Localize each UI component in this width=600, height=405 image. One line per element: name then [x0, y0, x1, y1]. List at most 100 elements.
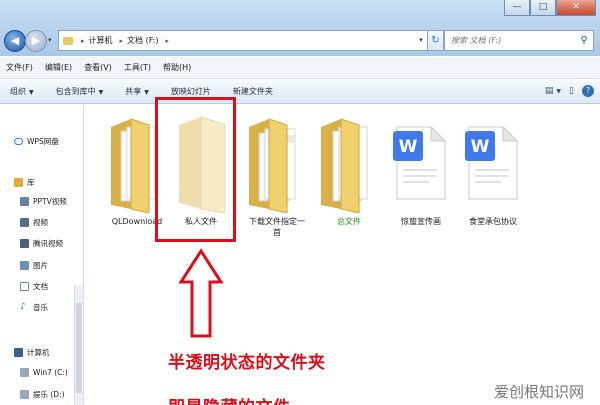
nav-scrollbar-thumb[interactable] — [76, 303, 82, 393]
svg-text:W: W — [471, 137, 490, 157]
nav-item-pictures[interactable]: 图片 — [20, 258, 48, 272]
change-view-icon[interactable]: ▤ — [545, 86, 554, 96]
nav-item-videos[interactable]: 视频 — [20, 215, 48, 229]
nav-item-label: 计算机 — [27, 347, 50, 357]
nav-item-label: 娱乐 (D:) — [33, 389, 65, 399]
navigation-pane: WPS网盘 库 PPTV视频 视频 腾讯视频 图片 文档 ♪ 音乐 计算机 Wi… — [0, 105, 84, 405]
arrow-left-icon: ◀ — [10, 34, 20, 47]
computer-icon — [14, 347, 23, 357]
new-folder-button[interactable]: 新建文件夹 — [233, 86, 273, 97]
svg-text:W: W — [399, 137, 418, 157]
video-library-icon — [20, 196, 29, 206]
wps-document-icon: W — [393, 125, 447, 200]
nav-item-label: 音乐 — [33, 302, 48, 312]
include-in-library-button[interactable]: 包含到库中 ▼ — [56, 86, 104, 97]
chevron-down-icon: ▼ — [98, 89, 104, 96]
window-titlebar: — □ ✕ ◀ ▶ ▾ ▸ 计算机 ▸ 文档 (F:) ▸ ▾ ↻ ⚲ — [0, 0, 600, 56]
file-name: 总文件 — [337, 217, 361, 226]
arrow-up-icon — [178, 248, 224, 338]
breadcrumb-separator-icon[interactable]: ▸ — [81, 37, 85, 45]
share-button[interactable]: 共享 ▼ — [125, 86, 149, 97]
nav-item-drive-d[interactable]: 娱乐 (D:) — [20, 387, 65, 401]
address-dropdown[interactable]: ▾ — [415, 31, 427, 50]
file-name: 食堂承包协议 — [469, 217, 517, 226]
preview-pane-icon[interactable]: ▯ — [569, 86, 574, 96]
share-label: 共享 — [125, 87, 142, 96]
cloud-icon — [14, 137, 23, 145]
file-name: 惊蛰宣传画 — [401, 217, 441, 226]
nav-scrollbar[interactable] — [74, 285, 83, 405]
watermark: 爱创根知识网 — [494, 383, 585, 401]
menu-view[interactable]: 查看(V) — [84, 62, 112, 73]
close-button[interactable]: ✕ — [556, 0, 596, 16]
video-library-icon — [20, 238, 29, 248]
search-icon[interactable]: ⚲ — [575, 35, 593, 46]
organize-button[interactable]: 组织 ▼ — [10, 86, 34, 97]
chevron-down-icon: ▼ — [144, 89, 149, 96]
forward-button[interactable]: ▶ — [25, 30, 47, 52]
slideshow-button[interactable]: 放映幻灯片 — [171, 86, 211, 97]
menu-bar: 文件(F) 编辑(E) 查看(V) 工具(T) 帮助(H) — [0, 57, 600, 79]
command-bar: 组织 ▼ 包含到库中 ▼ 共享 ▼ 放映幻灯片 新建文件夹 ▤ ▼ ▯ ? — [0, 80, 600, 104]
menu-file[interactable]: 文件(F) — [6, 62, 33, 73]
search-input[interactable] — [451, 36, 571, 45]
file-item-general-files[interactable]: 总文件 — [313, 113, 385, 226]
maximize-button[interactable]: □ — [530, 0, 556, 16]
address-bar[interactable]: ▸ 计算机 ▸ 文档 (F:) ▸ ▾ — [58, 30, 428, 51]
nav-item-label: 图片 — [33, 260, 48, 270]
search-box[interactable]: ⚲ — [444, 30, 594, 51]
nav-item-library[interactable]: 库 — [14, 175, 35, 189]
file-item-download-folder[interactable]: 下载文件指定一 首 — [241, 113, 313, 237]
file-name-line2: 首 — [273, 228, 281, 237]
breadcrumb-separator-icon[interactable]: ▸ — [166, 37, 170, 45]
chevron-down-icon: ▼ — [29, 89, 34, 96]
wps-document-icon: W — [465, 125, 519, 200]
file-name-line1: 下载文件指定一 — [249, 217, 305, 226]
file-item-canteen-contract-doc[interactable]: W 食堂承包协议 — [457, 113, 529, 226]
nav-item-music[interactable]: ♪ 音乐 — [20, 300, 48, 314]
breadcrumb-computer[interactable]: 计算机 — [89, 35, 113, 46]
nav-item-computer[interactable]: 计算机 — [14, 345, 50, 359]
organize-label: 组织 — [10, 87, 26, 96]
nav-item-pptv[interactable]: PPTV视频 — [20, 194, 67, 208]
drive-icon — [20, 367, 29, 377]
include-in-library-label: 包含到库中 — [55, 87, 96, 96]
back-button[interactable]: ◀ — [4, 30, 26, 52]
file-item-poster-doc[interactable]: W 惊蛰宣传画 — [385, 113, 457, 226]
nav-item-label: WPS网盘 — [27, 136, 59, 146]
refresh-icon: ↻ — [431, 35, 440, 46]
menu-edit[interactable]: 编辑(E) — [45, 62, 72, 73]
folder-icon — [63, 36, 73, 45]
folder-icon — [321, 118, 368, 214]
breadcrumb-separator-icon[interactable]: ▸ — [120, 37, 124, 45]
breadcrumb-drive[interactable]: 文档 (F:) — [127, 35, 158, 46]
nav-item-label: 视频 — [33, 217, 48, 227]
file-name: 下载文件指定一 首 — [237, 216, 317, 238]
minimize-button[interactable]: — — [504, 0, 530, 16]
nav-item-wps[interactable]: WPS网盘 — [14, 134, 59, 148]
library-icon — [14, 177, 23, 187]
help-icon[interactable]: ? — [582, 85, 594, 97]
arrow-right-icon: ▶ — [31, 34, 41, 47]
refresh-button[interactable]: ↻ — [428, 30, 444, 51]
window-controls: — □ ✕ — [504, 0, 596, 16]
nav-item-label: PPTV视频 — [33, 196, 67, 206]
nav-item-label: 腾讯视频 — [33, 238, 63, 248]
folder-icon — [249, 118, 296, 214]
menu-tools[interactable]: 工具(T) — [124, 62, 151, 73]
nav-item-label: Win7 (C:) — [33, 367, 68, 377]
annotation-text-line2: 即是隐藏的文件 — [168, 393, 291, 405]
video-library-icon — [20, 217, 29, 227]
annotation-text-line1: 半透明状态的文件夹 — [168, 353, 326, 373]
nav-item-label: 库 — [27, 177, 35, 187]
chevron-down-icon[interactable]: ▼ — [556, 88, 561, 95]
nav-item-documents[interactable]: 文档 — [20, 279, 48, 293]
picture-library-icon — [20, 260, 29, 270]
view-controls: ▤ ▼ ▯ ? — [537, 85, 594, 97]
nav-item-drive-c[interactable]: Win7 (C:) — [20, 365, 68, 379]
menu-help[interactable]: 帮助(H) — [163, 62, 191, 73]
nav-item-tencent-video[interactable]: 腾讯视频 — [20, 236, 63, 250]
nav-item-label: 文档 — [33, 281, 48, 291]
drive-icon — [20, 389, 29, 399]
recent-pages-dropdown[interactable]: ▾ — [48, 36, 52, 44]
